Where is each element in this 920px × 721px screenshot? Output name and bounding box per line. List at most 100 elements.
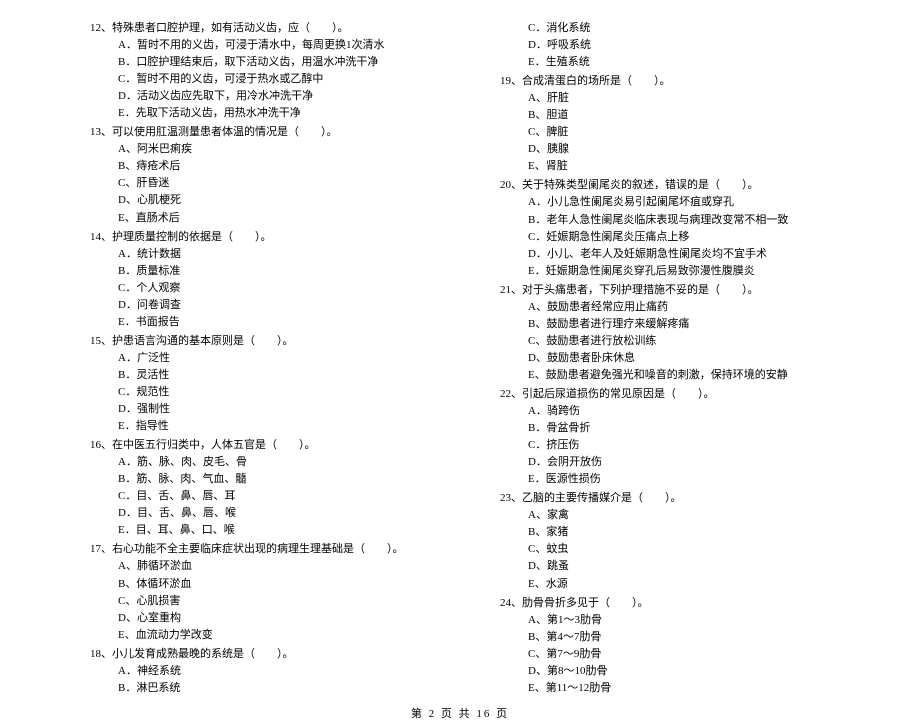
option: B．灵活性 [118,367,420,384]
option: A．暂时不用的义齿，可浸于清水中，每周更换1次清水 [118,37,420,54]
question-options: A．筋、脉、肉、皮毛、骨B．筋、脉、肉、气血、髓C．目、舌、鼻、唇、耳D．目、舌… [90,454,420,539]
option: C、蚊虫 [528,541,830,558]
option: C．消化系统 [528,20,830,37]
question-options: A、阿米巴痢疾B、痔疮术后C、肝昏迷D、心肌梗死E、直肠术后 [90,141,420,226]
option: C、脾脏 [528,124,830,141]
option: C．规范性 [118,384,420,401]
question-stem: 19、合成清蛋白的场所是（ ）。 [500,73,830,90]
option: B、第4～7肋骨 [528,629,830,646]
option: A．骑跨伤 [528,403,830,420]
question-options: A、肝脏B、胆道C、脾脏D、胰腺E、肾脏 [500,90,830,175]
option: C、鼓励患者进行放松训练 [528,333,830,350]
question-stem: 13、可以使用肛温测量患者体温的情况是（ ）。 [90,124,420,141]
question-block: 15、护患语言沟通的基本原则是（ ）。A．广泛性B．灵活性C．规范性D．强制性E… [90,333,420,435]
question-stem: 16、在中医五行归类中，人体五官是（ ）。 [90,437,420,454]
question-stem: 17、右心功能不全主要临床症状出现的病理生理基础是（ ）。 [90,541,420,558]
option: B．口腔护理结束后，取下活动义齿，用温水冲洗干净 [118,54,420,71]
right-column: C．消化系统D．呼吸系统E．生殖系统19、合成清蛋白的场所是（ ）。A、肝脏B、… [500,20,830,699]
question-block: 13、可以使用肛温测量患者体温的情况是（ ）。A、阿米巴痢疾B、痔疮术后C、肝昏… [90,124,420,226]
option: A、第1～3肋骨 [528,612,830,629]
option: D、鼓励患者卧床休息 [528,350,830,367]
option: B．老年人急性阑尾炎临床表现与病理改变常不相一致 [528,212,830,229]
option: B、痔疮术后 [118,158,420,175]
option: B、胆道 [528,107,830,124]
question-block: 21、对于头痛患者，下列护理措施不妥的是（ ）。A、鼓励患者经常应用止痛药B、鼓… [500,282,830,384]
question-options: A．暂时不用的义齿，可浸于清水中，每周更换1次清水B．口腔护理结束后，取下活动义… [90,37,420,122]
option: E、水源 [528,576,830,593]
option: E、血流动力学改变 [118,627,420,644]
option: B．筋、脉、肉、气血、髓 [118,471,420,488]
option: E．妊娠期急性阑尾炎穿孔后易致弥漫性腹膜炎 [528,263,830,280]
question-options: A．广泛性B．灵活性C．规范性D．强制性E．指导性 [90,350,420,435]
question-options: A．小儿急性阑尾炎易引起阑尾坏疽或穿孔B．老年人急性阑尾炎临床表现与病理改变常不… [500,194,830,279]
question-stem: 18、小儿发育成熟最晚的系统是（ ）。 [90,646,420,663]
option: C、第7～9肋骨 [528,646,830,663]
option: D．问卷调查 [118,297,420,314]
question-block: 12、特殊患者口腔护理，如有活动义齿，应（ ）。A．暂时不用的义齿，可浸于清水中… [90,20,420,122]
question-block: 22、引起后尿道损伤的常见原因是（ ）。A．骑跨伤B．骨盆骨折C．挤压伤D．会阴… [500,386,830,488]
question-block: 23、乙脑的主要传播媒介是（ ）。A、家禽B、家猪C、蚊虫D、跳蚤E、水源 [500,490,830,592]
option: D．强制性 [118,401,420,418]
question-options: A．统计数据B．质量标准C．个人观察D．问卷调查E．书面报告 [90,246,420,331]
option: D、心肌梗死 [118,192,420,209]
question-options: A、鼓励患者经常应用止痛药B、鼓励患者进行理疗来缓解疼痛C、鼓励患者进行放松训练… [500,299,830,384]
option: A、肺循环淤血 [118,558,420,575]
option: B．淋巴系统 [118,680,420,697]
option: E、鼓励患者避免强光和噪音的刺激，保持环境的安静 [528,367,830,384]
page-content: 12、特殊患者口腔护理，如有活动义齿，应（ ）。A．暂时不用的义齿，可浸于清水中… [0,0,920,699]
question-options: C．消化系统D．呼吸系统E．生殖系统 [500,20,830,71]
option: B、体循环淤血 [118,576,420,593]
question-block: 14、护理质量控制的依据是（ ）。A．统计数据B．质量标准C．个人观察D．问卷调… [90,229,420,331]
option: D、胰腺 [528,141,830,158]
question-stem: 21、对于头痛患者，下列护理措施不妥的是（ ）。 [500,282,830,299]
question-block: 24、肋骨骨折多见于（ ）。A、第1～3肋骨B、第4～7肋骨C、第7～9肋骨D、… [500,595,830,697]
option: D．会阴开放伤 [528,454,830,471]
option: E．指导性 [118,418,420,435]
left-column: 12、特殊患者口腔护理，如有活动义齿，应（ ）。A．暂时不用的义齿，可浸于清水中… [90,20,420,699]
option: C．妊娠期急性阑尾炎压痛点上移 [528,229,830,246]
option: D、第8～10肋骨 [528,663,830,680]
question-block: 18、小儿发育成熟最晚的系统是（ ）。A．神经系统B．淋巴系统 [90,646,420,697]
option: C、心肌损害 [118,593,420,610]
option: B、鼓励患者进行理疗来缓解疼痛 [528,316,830,333]
question-stem: 15、护患语言沟通的基本原则是（ ）。 [90,333,420,350]
option: C．目、舌、鼻、唇、耳 [118,488,420,505]
question-stem: 23、乙脑的主要传播媒介是（ ）。 [500,490,830,507]
question-continued: C．消化系统D．呼吸系统E．生殖系统 [500,20,830,71]
option: A．筋、脉、肉、皮毛、骨 [118,454,420,471]
question-block: 19、合成清蛋白的场所是（ ）。A、肝脏B、胆道C、脾脏D、胰腺E、肾脏 [500,73,830,175]
option: D．目、舌、鼻、唇、喉 [118,505,420,522]
option: E．生殖系统 [528,54,830,71]
option: C．个人观察 [118,280,420,297]
option: B．质量标准 [118,263,420,280]
option: E．医源性损伤 [528,471,830,488]
question-stem: 20、关于特殊类型阑尾炎的叙述，错误的是（ ）。 [500,177,830,194]
option: A．神经系统 [118,663,420,680]
option: C、肝昏迷 [118,175,420,192]
option: A、阿米巴痢疾 [118,141,420,158]
option: B、家猪 [528,524,830,541]
question-stem: 24、肋骨骨折多见于（ ）。 [500,595,830,612]
option: A、家禽 [528,507,830,524]
option: D、跳蚤 [528,558,830,575]
option: D．呼吸系统 [528,37,830,54]
option: D．小儿、老年人及妊娠期急性阑尾炎均不宜手术 [528,246,830,263]
option: E、肾脏 [528,158,830,175]
option: C．暂时不用的义齿，可浸于热水或乙醇中 [118,71,420,88]
question-block: 20、关于特殊类型阑尾炎的叙述，错误的是（ ）。A．小儿急性阑尾炎易引起阑尾坏疽… [500,177,830,279]
question-options: A、家禽B、家猪C、蚊虫D、跳蚤E、水源 [500,507,830,592]
option: E．先取下活动义齿，用热水冲洗干净 [118,105,420,122]
option: E、第11～12肋骨 [528,680,830,697]
option: E．目、耳、鼻、口、喉 [118,522,420,539]
question-options: A．骑跨伤B．骨盆骨折C．挤压伤D．会阴开放伤E．医源性损伤 [500,403,830,488]
option: D、心室重构 [118,610,420,627]
question-block: 16、在中医五行归类中，人体五官是（ ）。A．筋、脉、肉、皮毛、骨B．筋、脉、肉… [90,437,420,539]
question-stem: 22、引起后尿道损伤的常见原因是（ ）。 [500,386,830,403]
option: A．小儿急性阑尾炎易引起阑尾坏疽或穿孔 [528,194,830,211]
question-options: A、肺循环淤血B、体循环淤血C、心肌损害D、心室重构E、血流动力学改变 [90,558,420,643]
option: B．骨盆骨折 [528,420,830,437]
option: A、鼓励患者经常应用止痛药 [528,299,830,316]
question-stem: 14、护理质量控制的依据是（ ）。 [90,229,420,246]
option: D．活动义齿应先取下，用冷水冲洗干净 [118,88,420,105]
question-stem: 12、特殊患者口腔护理，如有活动义齿，应（ ）。 [90,20,420,37]
